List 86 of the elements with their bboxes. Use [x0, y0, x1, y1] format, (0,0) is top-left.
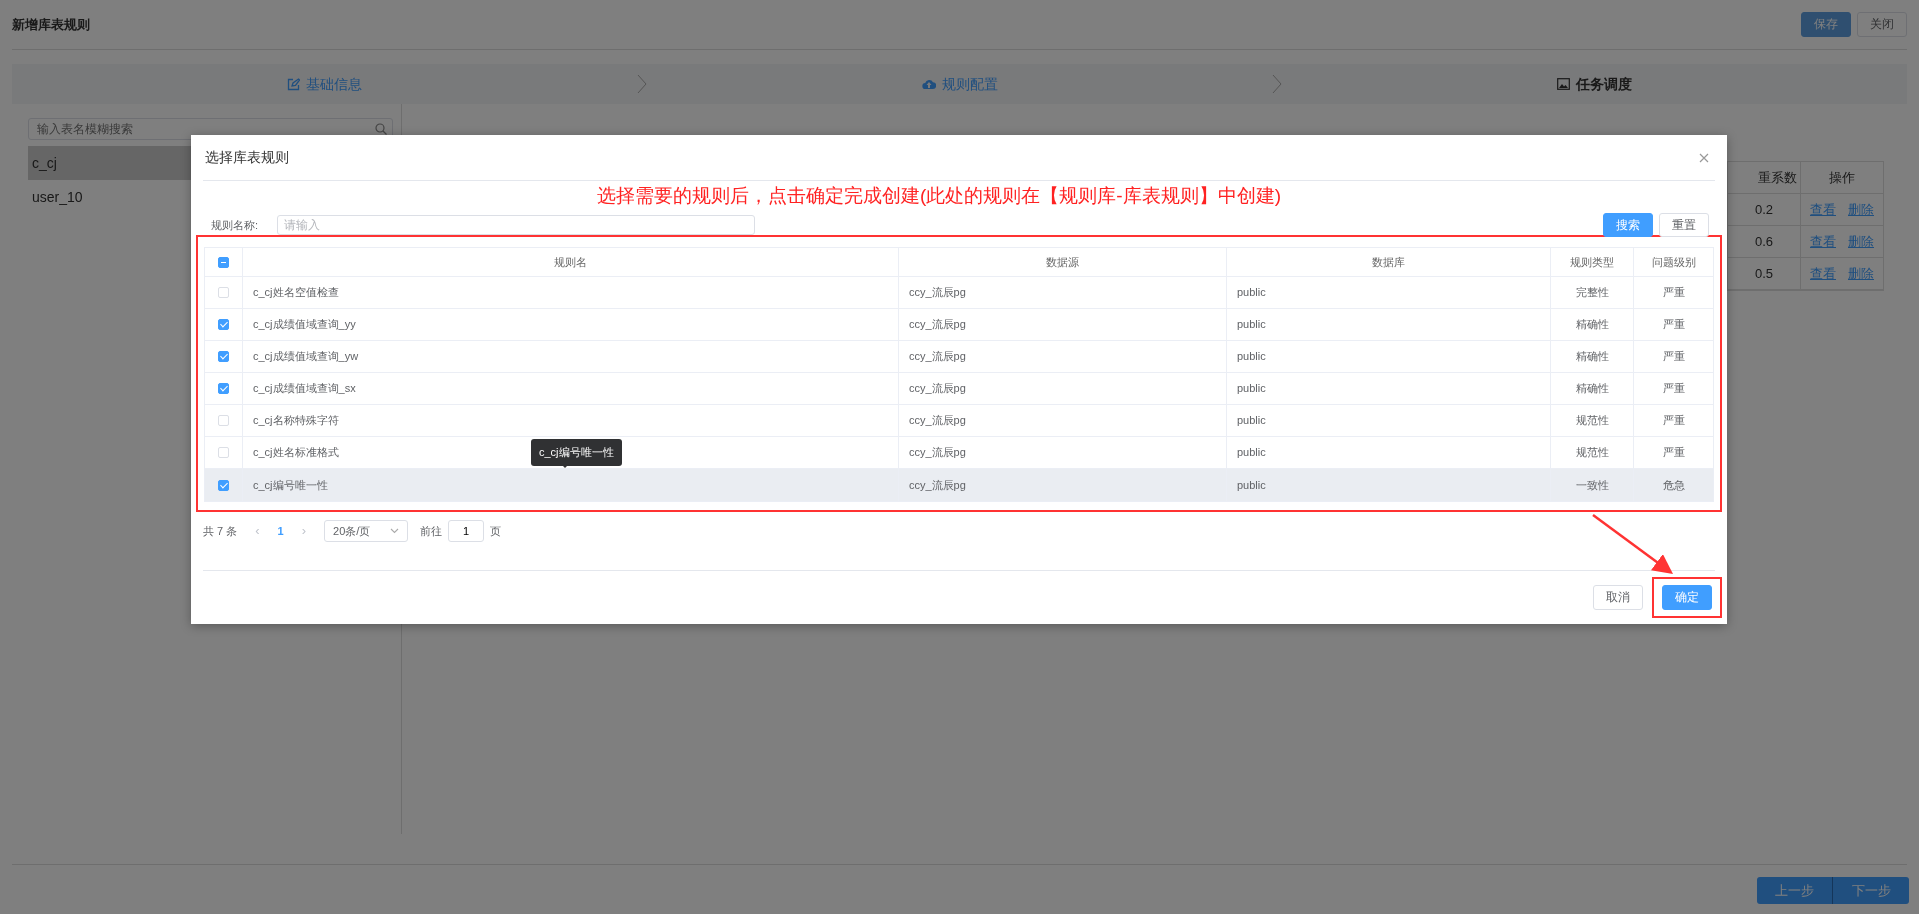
action-link[interactable]: 查看	[1810, 199, 1836, 220]
table-cell-text: ccy_流辰pg	[909, 317, 966, 333]
row-checkbox[interactable]	[218, 383, 229, 394]
annotation-text: 选择需要的规则后，点击确定完成创建(此处的规则在【规则库-库表规则】中创建)	[597, 185, 1281, 208]
table-cell-text: ccy_流辰pg	[909, 381, 966, 397]
table-cell-text: 严重	[1662, 349, 1685, 365]
table-cell-text: 精确性	[1575, 381, 1609, 397]
action-link[interactable]: 查看	[1810, 231, 1836, 252]
page-size-select[interactable]: 20条/页	[324, 520, 409, 542]
table-cell-text: 严重	[1662, 381, 1685, 397]
table-cell-text: ccy_流辰pg	[909, 413, 966, 429]
close-icon	[1699, 153, 1709, 164]
page-suffix: 页	[490, 523, 502, 539]
table-cell-text: 精确性	[1575, 349, 1609, 365]
column-header: 重系数	[1728, 162, 1801, 193]
cancel-button[interactable]: 取消	[1593, 585, 1643, 610]
dialog-title: 选择库表规则	[205, 148, 289, 167]
table-cell-text: c_cj成绩值域查询_yy	[253, 317, 356, 333]
page-title: 新增库表规则	[12, 15, 90, 34]
table-cell-text: public	[1237, 445, 1266, 461]
page-input[interactable]: 1	[448, 520, 485, 542]
previous-page-button[interactable]: ‹	[249, 520, 266, 542]
table-cell-text: 严重	[1662, 285, 1685, 301]
table-cell-text: c_cj姓名标准格式	[253, 445, 339, 461]
table-cell-text: ccy_流辰pg	[909, 349, 966, 365]
table-cell-text: 严重	[1662, 413, 1685, 429]
step-label[interactable]: 规则配置	[941, 73, 998, 95]
rule-name-field[interactable]: 请输入	[277, 215, 755, 235]
chevron-icon	[1272, 74, 1282, 94]
table-cell-text: 规范性	[1575, 413, 1609, 429]
tooltip: c_cj编号唯一性	[531, 439, 622, 466]
reset-button[interactable]: 重置	[1659, 212, 1709, 238]
image-icon	[1557, 78, 1570, 90]
next-page-button[interactable]: ›	[295, 520, 313, 542]
table-cell: 0.5	[1728, 258, 1801, 289]
confirm-button[interactable]: 确定	[1662, 585, 1712, 610]
column-header: 问题级别	[1650, 254, 1697, 270]
page-number[interactable]: 1	[277, 522, 284, 540]
table-cell-text: 规范性	[1575, 445, 1609, 461]
header-button[interactable]: 关闭	[1857, 12, 1907, 37]
search-button[interactable]: 搜索	[1603, 212, 1653, 238]
edit-icon	[287, 77, 300, 91]
table-cell-text: c_cj名称特殊字符	[253, 413, 339, 429]
field-label: 规则名称:	[210, 217, 260, 233]
row-checkbox[interactable]	[218, 319, 229, 330]
row-checkbox[interactable]	[218, 351, 229, 362]
row-checkbox[interactable]	[218, 479, 229, 491]
table-cell-text: 危急	[1662, 477, 1685, 493]
action-link[interactable]: 查看	[1810, 263, 1836, 284]
step-label[interactable]: 任务调度	[1576, 73, 1632, 95]
chevron-icon	[637, 74, 647, 94]
column-header: 数据源	[899, 248, 1227, 276]
table-cell-text: ccy_流辰pg	[909, 445, 966, 461]
total-count: 共 7 条	[203, 523, 238, 539]
caret-icon	[390, 528, 400, 534]
table-cell-text: public	[1237, 317, 1266, 333]
search-icon	[375, 123, 387, 135]
goto-label: 前往	[420, 523, 443, 539]
table-cell-text: c_cj姓名空值检查	[253, 285, 339, 301]
table-cell-text: public	[1237, 381, 1266, 397]
table-cell-text: public	[1237, 285, 1266, 301]
action-link[interactable]: 删除	[1848, 199, 1874, 220]
column-header: 规则名	[243, 248, 899, 276]
table-cell-text: public	[1237, 349, 1266, 365]
table-cell-text: c_cj成绩值域查询_yw	[253, 349, 359, 365]
action-link[interactable]: 删除	[1848, 263, 1874, 284]
table-cell: 0.6	[1728, 226, 1801, 257]
table-cell: 0.2	[1728, 194, 1801, 225]
step-label[interactable]: 基础信息	[306, 73, 362, 95]
cloud-upload-icon	[921, 78, 936, 90]
action-link[interactable]: 删除	[1848, 231, 1874, 252]
table-cell-text: c_cj编号唯一性	[253, 477, 328, 493]
column-header: 规则类型	[1551, 248, 1634, 276]
column-header: 数据库	[1227, 248, 1551, 276]
table-cell-text: 严重	[1662, 317, 1685, 333]
table-cell-text: ccy_流辰pg	[909, 477, 966, 493]
table-cell-text: c_cj成绩值域查询_sx	[253, 381, 356, 397]
table-cell-text: 精确性	[1575, 317, 1609, 333]
select-all-checkbox[interactable]	[218, 256, 229, 268]
column-header: 操作	[1828, 168, 1856, 187]
table-cell-text: public	[1237, 477, 1266, 493]
table-cell-text: public	[1237, 413, 1266, 429]
table-cell-text: ccy_流辰pg	[909, 285, 966, 301]
table-cell-text: 严重	[1662, 445, 1685, 461]
table-cell-text: 一致性	[1575, 477, 1609, 493]
table-cell-text: 完整性	[1575, 285, 1609, 301]
